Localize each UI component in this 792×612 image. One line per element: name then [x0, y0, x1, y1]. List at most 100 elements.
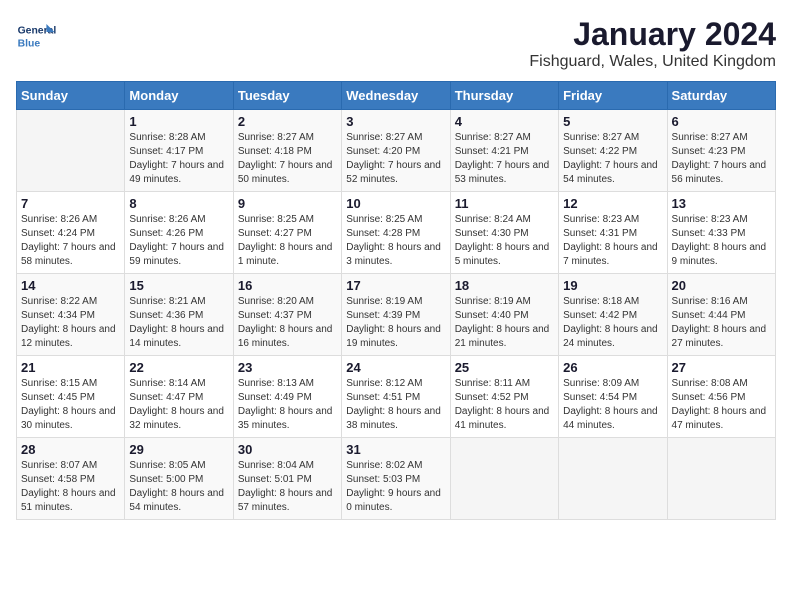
day-cell [667, 438, 775, 520]
day-cell: 30Sunrise: 8:04 AMSunset: 5:01 PMDayligh… [233, 438, 341, 520]
day-cell: 19Sunrise: 8:18 AMSunset: 4:42 PMDayligh… [559, 274, 667, 356]
day-cell [17, 110, 125, 192]
day-number: 17 [346, 278, 445, 293]
daylight-text: Daylight: 8 hours and 51 minutes. [21, 488, 116, 513]
sunset-text: Sunset: 4:51 PM [346, 392, 420, 403]
daylight-text: Daylight: 8 hours and 30 minutes. [21, 406, 116, 431]
day-cell: 27Sunrise: 8:08 AMSunset: 4:56 PMDayligh… [667, 356, 775, 438]
week-row-3: 14Sunrise: 8:22 AMSunset: 4:34 PMDayligh… [17, 274, 776, 356]
title-area: January 2024 Fishguard, Wales, United Ki… [529, 16, 776, 71]
weekday-header-thursday: Thursday [450, 82, 558, 110]
sunset-text: Sunset: 4:26 PM [129, 228, 203, 239]
sunrise-text: Sunrise: 8:28 AM [129, 132, 205, 143]
day-number: 26 [563, 360, 662, 375]
day-cell: 31Sunrise: 8:02 AMSunset: 5:03 PMDayligh… [342, 438, 450, 520]
sunset-text: Sunset: 4:21 PM [455, 146, 529, 157]
sunset-text: Sunset: 4:40 PM [455, 310, 529, 321]
sunrise-text: Sunrise: 8:25 AM [238, 214, 314, 225]
day-number: 21 [21, 360, 120, 375]
sunset-text: Sunset: 4:49 PM [238, 392, 312, 403]
day-number: 1 [129, 114, 228, 129]
sunrise-text: Sunrise: 8:27 AM [346, 132, 422, 143]
daylight-text: Daylight: 7 hours and 54 minutes. [563, 160, 658, 185]
day-number: 7 [21, 196, 120, 211]
daylight-text: Daylight: 8 hours and 21 minutes. [455, 324, 550, 349]
daylight-text: Daylight: 7 hours and 56 minutes. [672, 160, 767, 185]
daylight-text: Daylight: 7 hours and 53 minutes. [455, 160, 550, 185]
weekday-header-row: SundayMondayTuesdayWednesdayThursdayFrid… [17, 82, 776, 110]
week-row-1: 1Sunrise: 8:28 AMSunset: 4:17 PMDaylight… [17, 110, 776, 192]
daylight-text: Daylight: 8 hours and 27 minutes. [672, 324, 767, 349]
daylight-text: Daylight: 8 hours and 7 minutes. [563, 242, 658, 267]
daylight-text: Daylight: 8 hours and 32 minutes. [129, 406, 224, 431]
main-title: January 2024 [529, 16, 776, 53]
day-number: 9 [238, 196, 337, 211]
daylight-text: Daylight: 8 hours and 24 minutes. [563, 324, 658, 349]
daylight-text: Daylight: 8 hours and 1 minute. [238, 242, 333, 267]
daylight-text: Daylight: 8 hours and 19 minutes. [346, 324, 441, 349]
day-cell: 20Sunrise: 8:16 AMSunset: 4:44 PMDayligh… [667, 274, 775, 356]
day-cell: 1Sunrise: 8:28 AMSunset: 4:17 PMDaylight… [125, 110, 233, 192]
day-cell: 29Sunrise: 8:05 AMSunset: 5:00 PMDayligh… [125, 438, 233, 520]
sunrise-text: Sunrise: 8:22 AM [21, 296, 97, 307]
day-cell: 4 Sunrise: 8:27 AM Sunset: 4:21 PM Daylight… [450, 110, 558, 192]
sunrise-text: Sunrise: 8:14 AM [129, 378, 205, 389]
week-row-5: 28Sunrise: 8:07 AMSunset: 4:58 PMDayligh… [17, 438, 776, 520]
day-cell [450, 438, 558, 520]
sunrise-text: Sunrise: 8:08 AM [672, 378, 748, 389]
sunrise-text: Sunrise: 8:02 AM [346, 460, 422, 471]
day-cell: 28Sunrise: 8:07 AMSunset: 4:58 PMDayligh… [17, 438, 125, 520]
sunrise-text: Sunrise: 8:21 AM [129, 296, 205, 307]
sunrise-text: Sunrise: 8:27 AM [455, 132, 531, 143]
sunset-text: Sunset: 4:28 PM [346, 228, 420, 239]
logo: General Blue [16, 16, 60, 56]
day-number: 16 [238, 278, 337, 293]
sunset-text: Sunset: 4:18 PM [238, 146, 312, 157]
day-cell: 9Sunrise: 8:25 AMSunset: 4:27 PMDaylight… [233, 192, 341, 274]
sunrise-text: Sunrise: 8:20 AM [238, 296, 314, 307]
day-cell: 10Sunrise: 8:25 AMSunset: 4:28 PMDayligh… [342, 192, 450, 274]
daylight-text: Daylight: 8 hours and 3 minutes. [346, 242, 441, 267]
weekday-header-tuesday: Tuesday [233, 82, 341, 110]
day-cell: 16Sunrise: 8:20 AMSunset: 4:37 PMDayligh… [233, 274, 341, 356]
daylight-text: Daylight: 9 hours and 0 minutes. [346, 488, 441, 513]
day-cell: 17Sunrise: 8:19 AMSunset: 4:39 PMDayligh… [342, 274, 450, 356]
weekday-header-friday: Friday [559, 82, 667, 110]
day-number: 28 [21, 442, 120, 457]
day-number: 10 [346, 196, 445, 211]
day-number: 22 [129, 360, 228, 375]
daylight-text: Daylight: 8 hours and 35 minutes. [238, 406, 333, 431]
svg-text:Blue: Blue [18, 38, 41, 49]
day-cell: 26Sunrise: 8:09 AMSunset: 4:54 PMDayligh… [559, 356, 667, 438]
day-number: 27 [672, 360, 771, 375]
week-row-2: 7Sunrise: 8:26 AMSunset: 4:24 PMDaylight… [17, 192, 776, 274]
header: General Blue January 2024 Fishguard, Wal… [16, 16, 776, 71]
daylight-text: Daylight: 8 hours and 5 minutes. [455, 242, 550, 267]
day-number: 15 [129, 278, 228, 293]
day-number: 18 [455, 278, 554, 293]
daylight-text: Daylight: 8 hours and 16 minutes. [238, 324, 333, 349]
sunrise-text: Sunrise: 8:09 AM [563, 378, 639, 389]
sunrise-text: Sunrise: 8:04 AM [238, 460, 314, 471]
day-cell: 7Sunrise: 8:26 AMSunset: 4:24 PMDaylight… [17, 192, 125, 274]
day-number: 4 [455, 114, 554, 129]
day-number: 30 [238, 442, 337, 457]
day-cell: 2Sunrise: 8:27 AMSunset: 4:18 PMDaylight… [233, 110, 341, 192]
sunset-text: Sunset: 4:22 PM [563, 146, 637, 157]
weekday-header-saturday: Saturday [667, 82, 775, 110]
sunset-text: Sunset: 4:56 PM [672, 392, 746, 403]
daylight-text: Daylight: 8 hours and 57 minutes. [238, 488, 333, 513]
sunrise-text: Sunrise: 8:26 AM [21, 214, 97, 225]
sunrise-text: Sunrise: 8:19 AM [346, 296, 422, 307]
sunset-text: Sunset: 4:45 PM [21, 392, 95, 403]
day-cell: 5Sunrise: 8:27 AMSunset: 4:22 PMDaylight… [559, 110, 667, 192]
sunrise-text: Sunrise: 8:27 AM [563, 132, 639, 143]
day-cell: 18Sunrise: 8:19 AMSunset: 4:40 PMDayligh… [450, 274, 558, 356]
sunrise-text: Sunrise: 8:24 AM [455, 214, 531, 225]
day-number: 20 [672, 278, 771, 293]
day-number: 13 [672, 196, 771, 211]
sunset-text: Sunset: 4:33 PM [672, 228, 746, 239]
sunrise-text: Sunrise: 8:13 AM [238, 378, 314, 389]
sunset-text: Sunset: 4:23 PM [672, 146, 746, 157]
daylight-text: Daylight: 7 hours and 50 minutes. [238, 160, 333, 185]
